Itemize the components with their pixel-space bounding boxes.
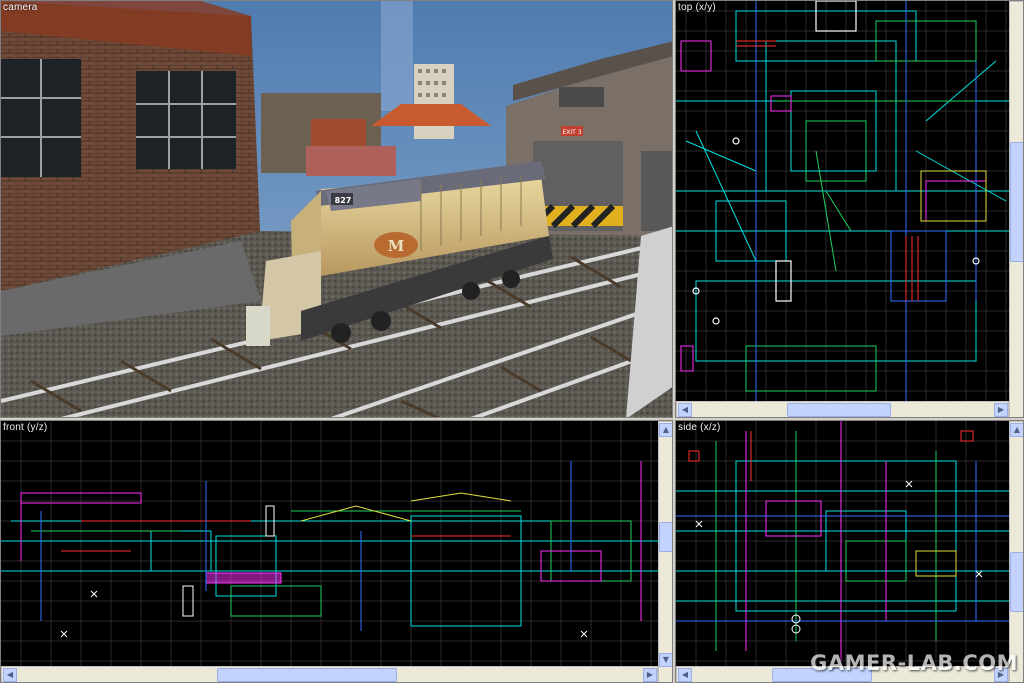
scroll-thumb[interactable] [1010,552,1023,612]
scroll-left-button[interactable]: ◀ [678,403,692,417]
locomotive-number: 827 [335,196,352,205]
top-viewport-hscrollbar[interactable]: ◀ ▶ [676,401,1009,417]
front-viewport-label: front (y/z) [3,422,48,433]
scroll-thumb[interactable] [659,522,672,552]
top-viewport[interactable]: top (x/y) ◀ ▶ [675,0,1024,418]
scroll-up-button[interactable]: ▲ [659,423,672,437]
watermark: GAMER-LAB.COM [810,651,1018,675]
scroll-thumb[interactable] [217,668,397,682]
scroll-down-button[interactable]: ▼ [659,653,672,667]
side-wireframe [676,421,1009,666]
front-viewport[interactable]: front (y/z) ◀ ▶ ▲ ▼ [0,420,673,683]
scroll-left-button[interactable]: ◀ [678,668,692,682]
top-viewport-label: top (x/y) [678,2,716,13]
front-viewport-vscrollbar[interactable]: ▲ ▼ [658,421,672,682]
camera-viewport[interactable]: camera EXIT 3 827 M [0,0,673,418]
side-viewport-vscrollbar[interactable]: ▲ [1009,421,1023,682]
scroll-thumb[interactable] [787,403,891,417]
front-wireframe [1,421,658,666]
building-sign: EXIT 3 [562,129,581,136]
side-viewport[interactable]: side (x/z) ◀ ▶ ▲ [675,420,1024,683]
scroll-right-button[interactable]: ▶ [994,403,1008,417]
scroll-left-button[interactable]: ◀ [3,668,17,682]
front-viewport-hscrollbar[interactable]: ◀ ▶ [1,666,658,682]
scroll-right-button[interactable]: ▶ [643,668,657,682]
scroll-thumb[interactable] [1010,142,1023,262]
top-wireframe [676,1,1009,401]
scroll-up-button[interactable]: ▲ [1010,423,1023,437]
top-viewport-vscrollbar[interactable] [1009,1,1023,417]
locomotive-logo: M [388,237,405,255]
side-viewport-label: side (x/z) [678,422,721,433]
camera-viewport-label: camera [3,2,38,13]
camera-scene: EXIT 3 827 M [1,1,672,417]
